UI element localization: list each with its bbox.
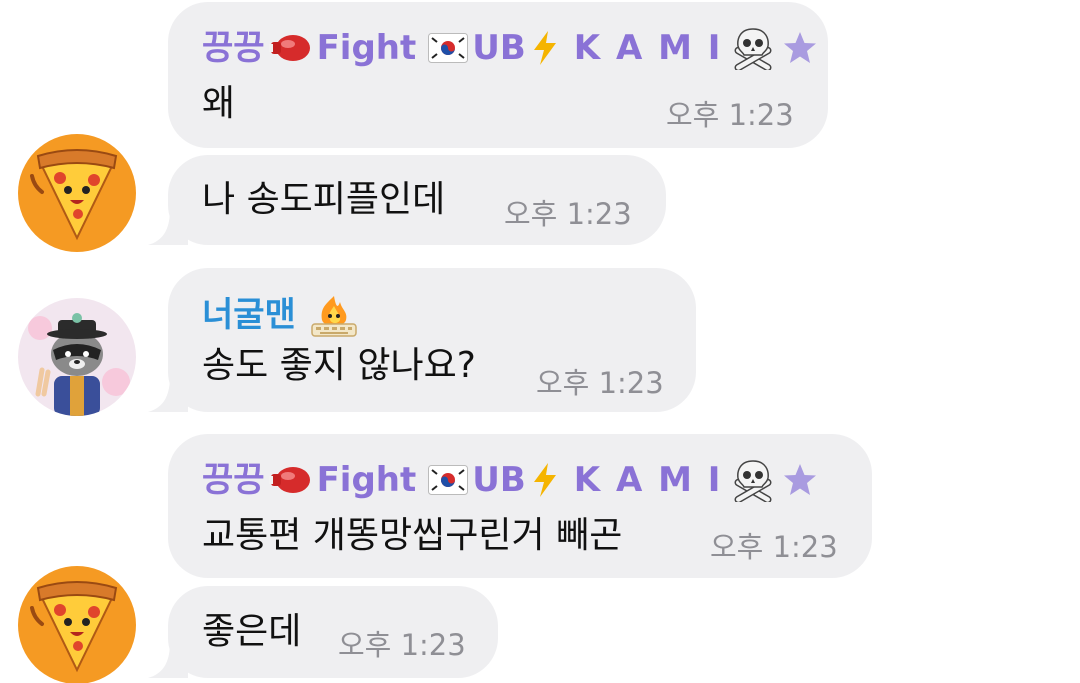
message-timestamp: 오후 1:23 <box>710 530 838 564</box>
sender-name-part: 끙끙 <box>202 28 265 68</box>
lightning-icon <box>533 31 556 65</box>
chat-view: 끙끙 Fight UB K A M I 왜 오후 1:23 나 송도피플인데 오… <box>0 0 1080 683</box>
pizza-avatar-image <box>18 566 136 683</box>
pizza-avatar[interactable] <box>18 566 136 683</box>
sender-name-part: K A M I <box>573 28 723 68</box>
skull-crossbones-icon <box>734 28 772 70</box>
message-timestamp: 오후 1:23 <box>504 197 632 231</box>
sender-name-part: 끙끙 <box>202 460 265 500</box>
message-bubble[interactable]: 끙끙 Fight UB K A M I <box>168 2 828 148</box>
star-icon <box>784 464 817 495</box>
raccoon-avatar[interactable] <box>18 298 136 416</box>
message-text: 송도 좋지 않나요? <box>202 345 476 386</box>
sender-name[interactable]: 너굴맨 <box>202 292 362 338</box>
message-text: 나 송도피플인데 <box>202 179 446 220</box>
message-timestamp: 오후 1:23 <box>666 98 794 132</box>
skull-crossbones-icon <box>734 460 772 502</box>
pizza-avatar[interactable] <box>18 134 136 252</box>
message-bubble[interactable]: 너굴맨 송도 좋지 않나요? 오후 1:23 <box>168 268 696 412</box>
message-text: 교통편 개똥망씹구린거 빼곤 <box>202 515 623 556</box>
message-bubble[interactable]: 끙끙 Fight UB K A M I <box>168 434 872 578</box>
sender-name[interactable]: 끙끙 Fight UB K A M I <box>202 26 818 70</box>
sender-name-part: Fight <box>316 28 417 68</box>
message-timestamp: 오후 1:23 <box>536 366 664 400</box>
sender-name[interactable]: 끙끙 Fight UB K A M I <box>202 458 818 502</box>
message-timestamp: 오후 1:23 <box>338 628 466 662</box>
lightning-icon <box>533 463 556 497</box>
korea-flag-icon <box>428 33 469 63</box>
sender-name-part: Fight <box>316 460 417 500</box>
sender-name-part: 너굴맨 <box>202 295 296 335</box>
boxing-glove-icon <box>268 467 310 493</box>
sender-name-part: UB <box>472 460 526 500</box>
pizza-avatar-image <box>18 134 136 252</box>
korea-flag-icon <box>428 465 469 495</box>
message-bubble[interactable]: 나 송도피플인데 오후 1:23 <box>168 155 666 245</box>
message-text: 왜 <box>202 83 236 124</box>
star-icon <box>784 32 817 63</box>
sender-name-part: K A M I <box>573 460 723 500</box>
message-bubble[interactable]: 좋은데 오후 1:23 <box>168 586 498 678</box>
boxing-glove-icon <box>268 35 310 61</box>
fire-keyboard-icon <box>311 296 357 337</box>
message-text: 좋은데 <box>202 611 302 652</box>
sender-name-part: UB <box>472 28 526 68</box>
raccoon-avatar-image <box>18 298 136 416</box>
